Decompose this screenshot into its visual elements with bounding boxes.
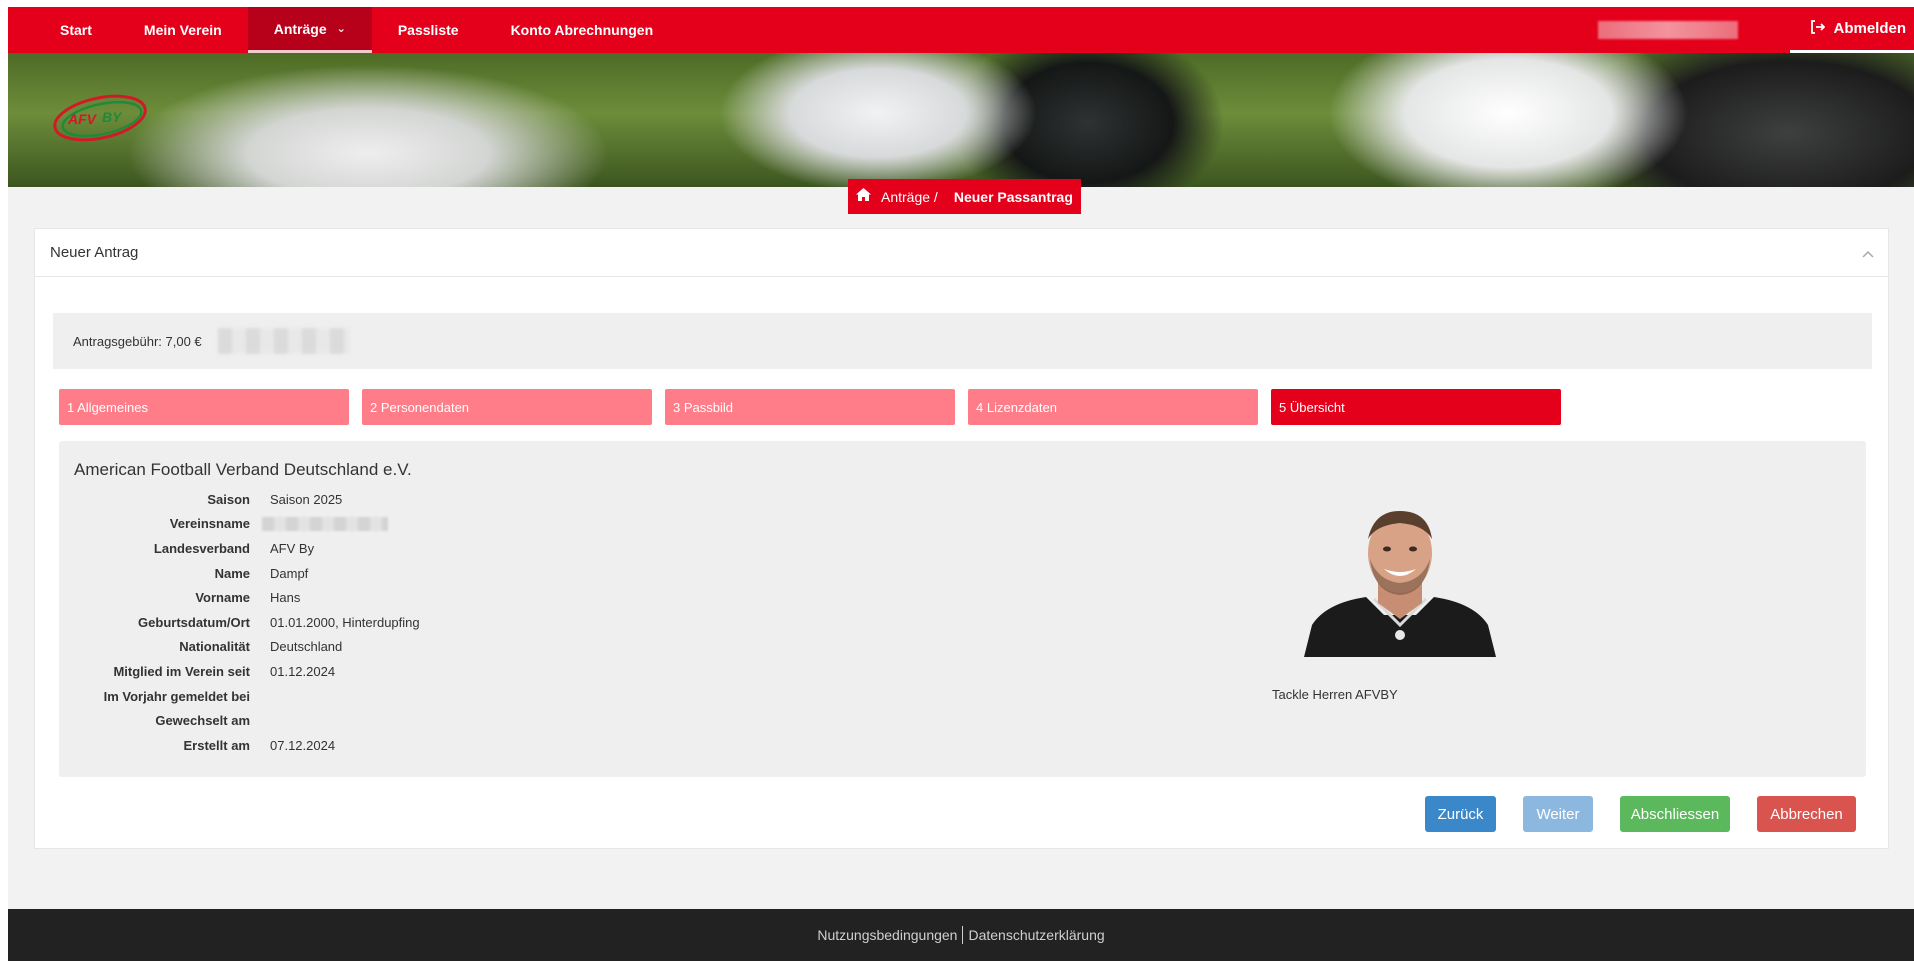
breadcrumb-parent[interactable]: Anträge / [881, 189, 938, 205]
field-label: Vorname [195, 590, 250, 606]
field-row: Vorname Hans [59, 585, 420, 610]
field-row: Nationalität Deutschland [59, 635, 420, 660]
fee-info-bar: Antragsgebühr: 7,00 € [53, 313, 1872, 369]
panel-title: Neuer Antrag [50, 244, 139, 261]
svg-text:AFV: AFV [67, 111, 98, 127]
nav-item-mein-verein[interactable]: Mein Verein [118, 7, 248, 53]
field-label: Saison [207, 491, 250, 507]
wizard-steps: 1 Allgemeines 2 Personendaten 3 Passbild… [59, 389, 1561, 425]
nav-item-label: Anträge [273, 20, 327, 37]
logout-icon [1810, 19, 1826, 38]
field-label: Mitglied im Verein seit [113, 663, 250, 679]
step-label: 2 Personendaten [370, 399, 470, 415]
field-label: Geburtsdatum/Ort [138, 614, 250, 630]
footer-divider [962, 926, 964, 944]
field-row: Gewechselt am [59, 708, 420, 733]
step-label: 3 Passbild [673, 399, 733, 415]
nav-item-label: Start [60, 22, 92, 38]
field-label: Nationalität [179, 639, 250, 655]
nav-item-label: Mein Verein [143, 22, 222, 38]
field-row: Mitglied im Verein seit 01.12.2024 [59, 659, 420, 684]
terms-link[interactable]: Nutzungsbedingungen [817, 927, 957, 943]
back-button[interactable]: Zurück [1425, 796, 1496, 832]
field-row: Im Vorjahr gemeldet bei [59, 684, 420, 709]
field-label: Erstellt am [183, 737, 250, 753]
footer: Nutzungsbedingungen Datenschutzerklärung [8, 909, 1914, 961]
app-frame: Start Mein Verein Anträge ⌄ Passliste Ko… [8, 7, 1914, 961]
logout-button[interactable]: Abmelden [1790, 7, 1914, 53]
nav-item-label: Konto Abrechnungen [510, 22, 654, 38]
player-photo [1304, 507, 1496, 657]
nav-item-passliste[interactable]: Passliste [372, 7, 485, 53]
field-value: Deutschland [270, 639, 343, 655]
nav-item-antraege[interactable]: Anträge ⌄ [247, 7, 372, 53]
summary-fields: Saison Saison 2025 Vereinsname Landesver… [59, 487, 420, 758]
svg-text:BY: BY [102, 109, 123, 125]
step-personendaten[interactable]: 2 Personendaten [362, 389, 652, 425]
field-label: Vereinsname [169, 516, 250, 532]
field-value: Dampf [270, 565, 309, 581]
field-value: Saison 2025 [270, 491, 343, 507]
field-label: Landesverband [153, 540, 250, 556]
step-lizenzdaten[interactable]: 4 Lizenzdaten [968, 389, 1258, 425]
fee-label: Antragsgebühr: 7,00 € [73, 333, 202, 349]
field-row: Vereinsname [59, 512, 420, 537]
logout-label: Abmelden [1833, 20, 1906, 37]
step-passbild[interactable]: 3 Passbild [665, 389, 955, 425]
next-button[interactable]: Weiter [1523, 796, 1593, 832]
field-row: Geburtsdatum/Ort 01.01.2000, Hinterdupfi… [59, 610, 420, 635]
nav-item-label: Passliste [397, 22, 459, 38]
field-value: Hans [270, 590, 301, 606]
fee-details-redacted [217, 328, 350, 354]
field-value: 01.12.2024 [270, 663, 336, 679]
organization-name: American Football Verband Deutschland e.… [74, 460, 412, 479]
privacy-link[interactable]: Datenschutzerklärung [968, 927, 1104, 943]
field-value: AFV By [270, 540, 315, 556]
hero-banner: AFV BY [8, 53, 1914, 187]
nav-item-konto-abrechnungen[interactable]: Konto Abrechnungen [485, 7, 680, 53]
step-label: 4 Lizenzdaten [976, 399, 1057, 415]
breadcrumb: Anträge / Neuer Passantrag [848, 179, 1081, 214]
field-label: Gewechselt am [155, 713, 250, 729]
step-label: 1 Allgemeines [67, 399, 148, 415]
panel-header[interactable]: Neuer Antrag [35, 229, 1888, 277]
step-uebersicht[interactable]: 5 Übersicht [1271, 389, 1561, 425]
action-buttons: Zurück Weiter Abschliessen Abbrechen [1425, 796, 1856, 832]
summary-card: American Football Verband Deutschland e.… [59, 441, 1866, 777]
finish-button[interactable]: Abschliessen [1620, 796, 1730, 832]
chevron-up-icon[interactable] [1862, 245, 1874, 261]
field-label: Name [214, 565, 250, 581]
field-label: Im Vorjahr gemeldet bei [103, 688, 250, 704]
field-value: 01.01.2000, Hinterdupfing [270, 614, 420, 630]
home-icon[interactable] [856, 188, 871, 205]
nav-item-start[interactable]: Start [8, 7, 118, 53]
step-allgemeines[interactable]: 1 Allgemeines [59, 389, 349, 425]
field-row: Saison Saison 2025 [59, 487, 420, 512]
field-value-redacted [262, 516, 388, 531]
user-name-redacted [1598, 21, 1739, 39]
chevron-down-icon: ⌄ [336, 23, 346, 35]
breadcrumb-current: Neuer Passantrag [953, 188, 1073, 205]
field-value: 07.12.2024 [270, 737, 336, 753]
top-navigation: Start Mein Verein Anträge ⌄ Passliste Ko… [8, 7, 1914, 53]
application-panel: Neuer Antrag Antragsgebühr: 7,00 € 1 All… [34, 228, 1889, 849]
cancel-button[interactable]: Abbrechen [1757, 796, 1856, 832]
license-info: Tackle Herren AFVBY [1272, 687, 1398, 702]
step-label: 5 Übersicht [1279, 399, 1345, 415]
afvby-logo[interactable]: AFV BY [50, 91, 150, 145]
field-row: Erstellt am 07.12.2024 [59, 733, 420, 758]
field-row: Landesverband AFV By [59, 536, 420, 561]
field-row: Name Dampf [59, 561, 420, 586]
